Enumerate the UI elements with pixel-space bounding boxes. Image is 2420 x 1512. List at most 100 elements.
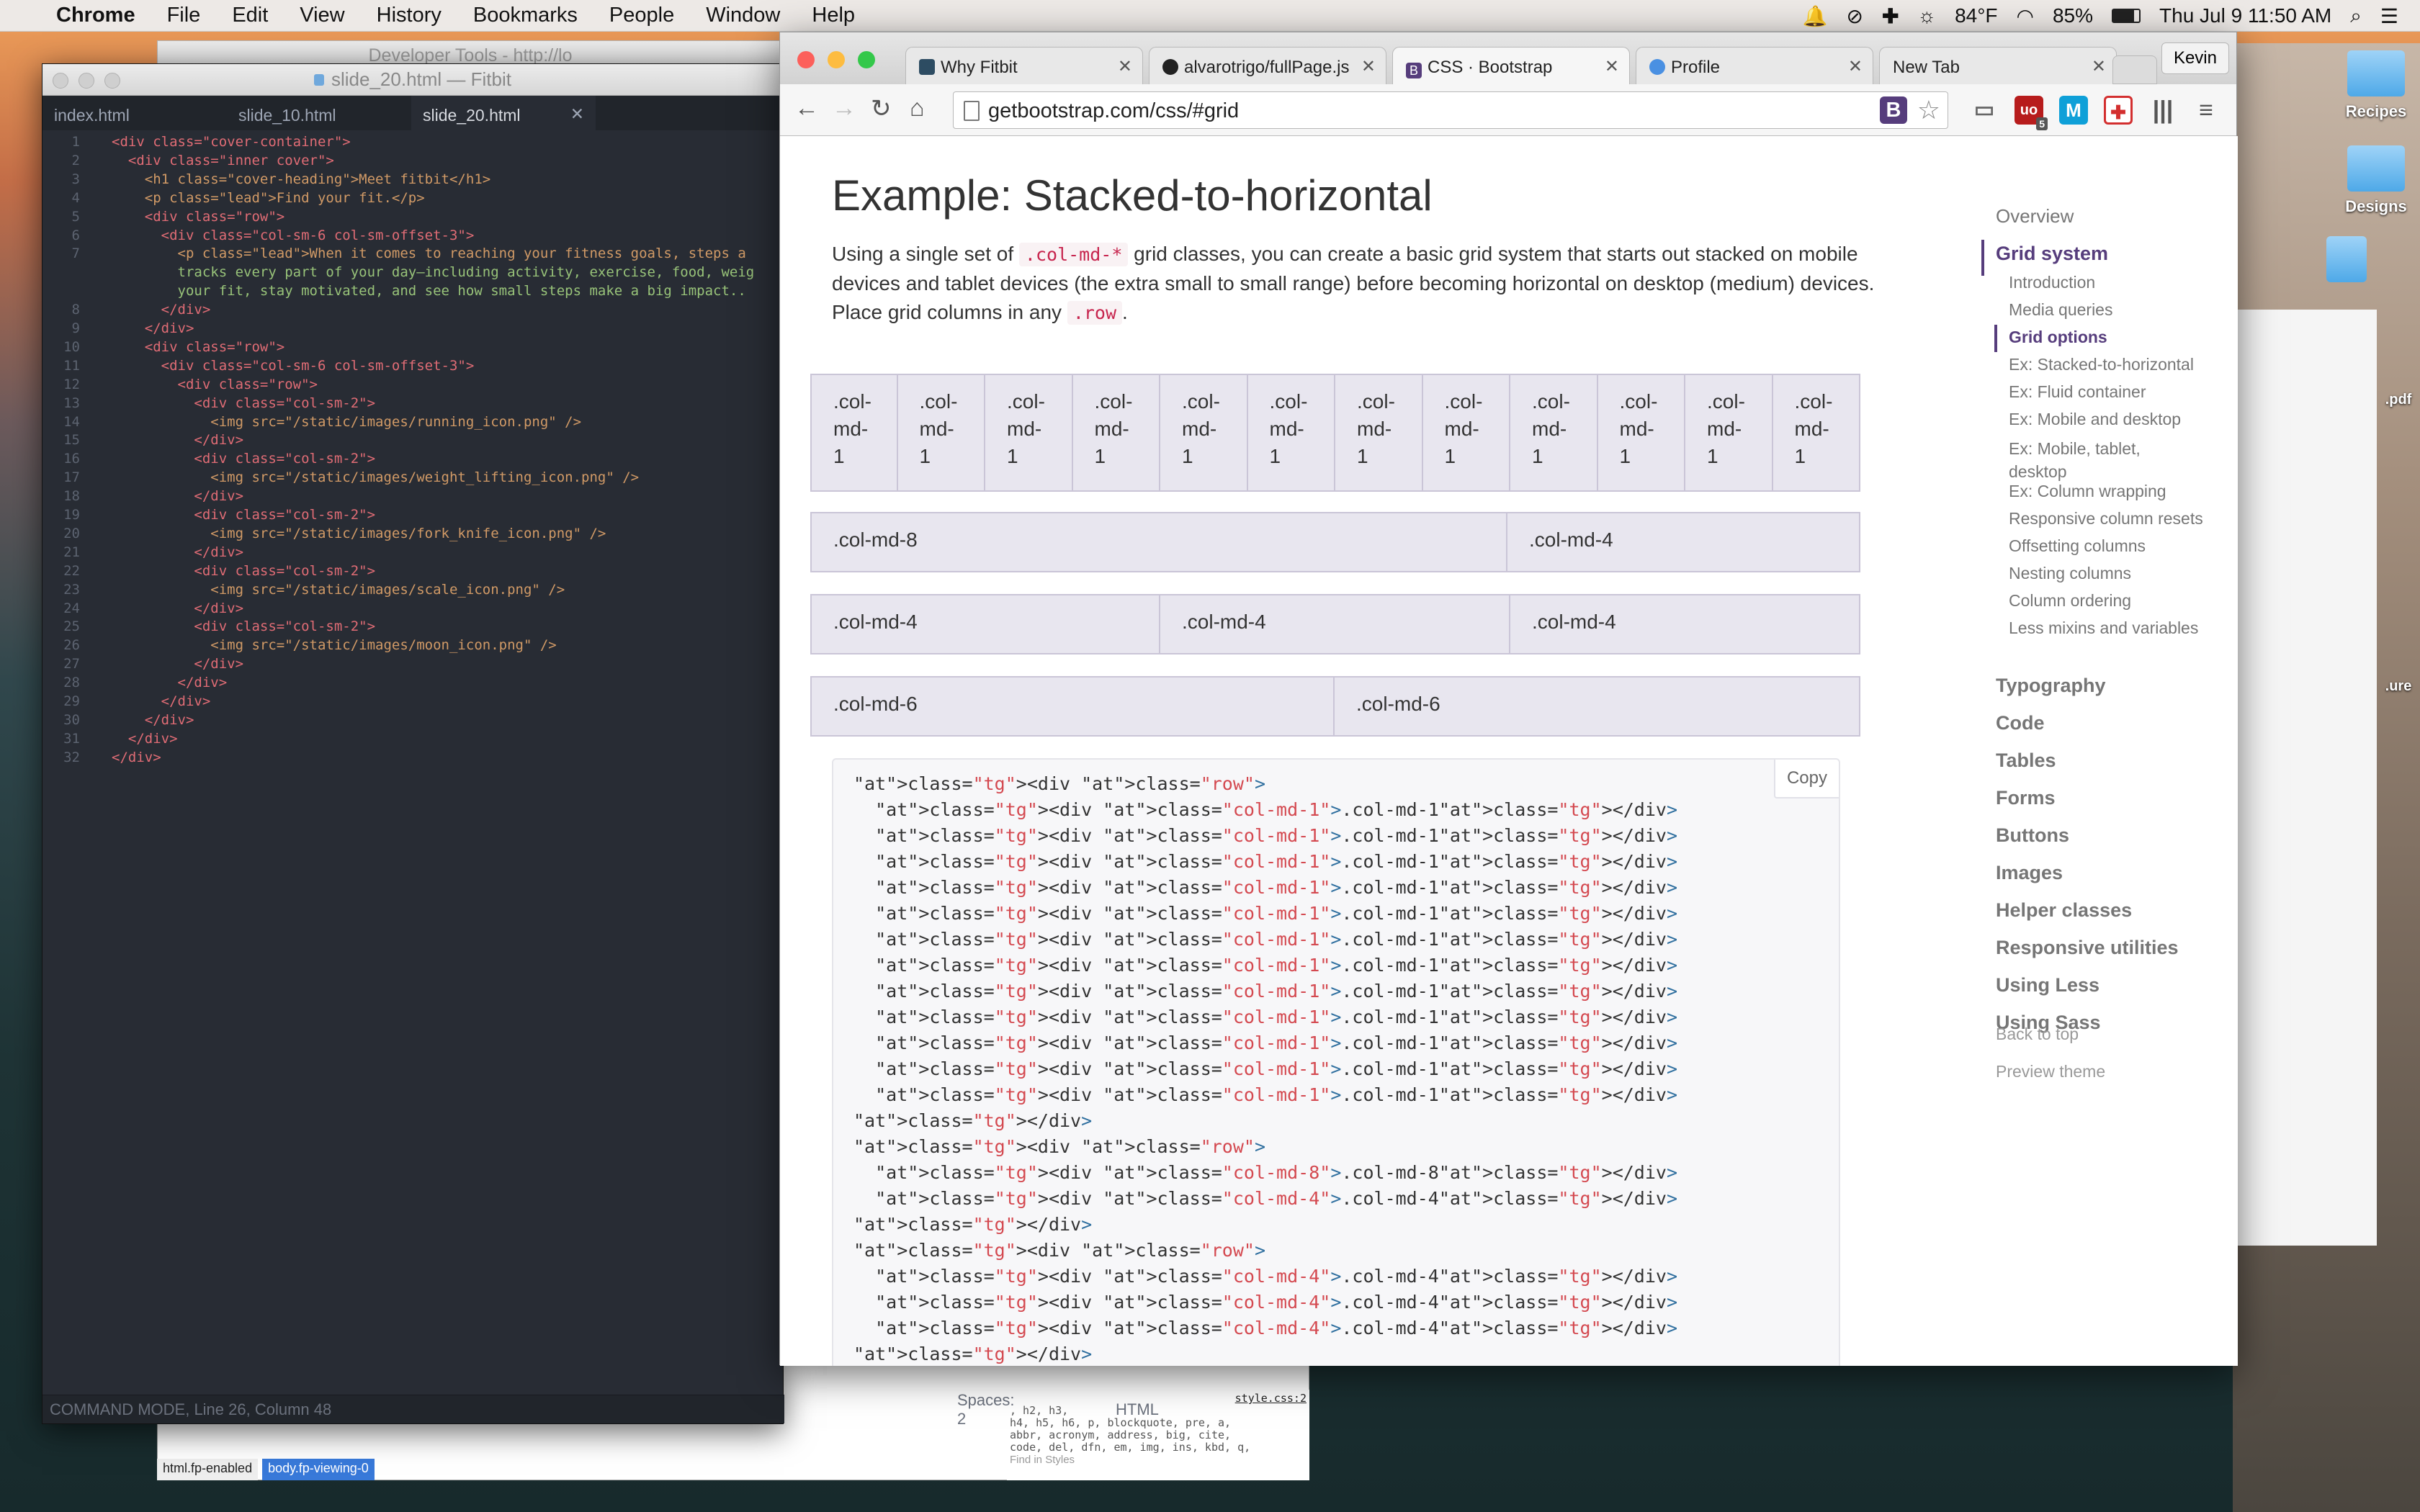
desktop-folder-recipes[interactable]: Recipes	[2322, 50, 2420, 121]
nav-section[interactable]: Buttons	[1996, 824, 2069, 847]
status-spaces[interactable]: Spaces: 2	[957, 1391, 1015, 1428]
menu-window[interactable]: Window	[706, 4, 780, 27]
cast-icon[interactable]: ▭	[1970, 96, 1999, 125]
tab-fullpage[interactable]: alvarotrigo/fullPage.js ✕	[1149, 47, 1386, 84]
code-example-line: "at">class="tg"><div "at">class="col-md-…	[875, 799, 1678, 820]
tab-why-fitbit[interactable]: Why Fitbit ✕	[905, 47, 1143, 84]
nav-grid-subitem[interactable]: Media queries	[2009, 300, 2112, 320]
nav-grid-subitem[interactable]: Less mixins and variables	[2009, 618, 2198, 638]
breadcrumb-body[interactable]: body.fp-viewing-0	[262, 1459, 375, 1480]
nav-section[interactable]: Helper classes	[1996, 899, 2132, 922]
tab-profile[interactable]: Profile ✕	[1636, 47, 1873, 84]
tab-new-tab[interactable]: New Tab ✕	[1879, 47, 2117, 84]
nav-section[interactable]: Tables	[1996, 750, 2056, 772]
nav-overview[interactable]: Overview	[1996, 205, 2074, 228]
nav-grid-subitem[interactable]: Column ordering	[2009, 591, 2131, 611]
close-tab-icon[interactable]: ✕	[1361, 56, 1376, 77]
reload-icon[interactable]: ↻	[871, 94, 892, 123]
breadcrumb-html[interactable]: html.fp-enabled	[157, 1459, 259, 1480]
close-tab-icon[interactable]: ✕	[570, 104, 584, 124]
minimize-button[interactable]	[79, 73, 94, 89]
nav-section[interactable]: Code	[1996, 712, 2045, 734]
nav-section[interactable]: Typography	[1996, 675, 2106, 697]
clock[interactable]: Thu Jul 9 11:50 AM	[2159, 4, 2331, 27]
battery-percent[interactable]: 85%	[2053, 4, 2093, 27]
desktop-file-pdf[interactable]: .pdf	[2377, 392, 2420, 408]
nav-grid-subitem[interactable]: Responsive column resets	[2009, 509, 2203, 528]
back-icon[interactable]: ←	[794, 94, 819, 122]
minimize-button[interactable]	[828, 51, 845, 68]
menu-edit[interactable]: Edit	[232, 4, 268, 27]
find-in-styles-input[interactable]: Find in Styles	[1010, 1454, 1307, 1466]
menu-help[interactable]: Help	[812, 4, 855, 27]
nav-grid-subitem[interactable]: Grid options	[2009, 328, 2107, 347]
menu-bookmarks[interactable]: Bookmarks	[473, 4, 578, 27]
editor-window[interactable]: slide_20.html — Fitbit index.html slide_…	[42, 63, 1159, 1428]
status-syntax[interactable]: HTML	[1116, 1400, 1159, 1419]
chrome-toolbar: ← → ↻ ⌂ getbootstrap.com/css/#grid B ☆ ▭…	[780, 84, 2236, 136]
nav-section[interactable]: Forms	[1996, 787, 2056, 809]
nav-section[interactable]: Using Less	[1996, 974, 2099, 996]
menu-people[interactable]: People	[609, 4, 674, 27]
ublock-icon[interactable]: uo 5	[2015, 96, 2048, 130]
code-editor[interactable]: 1 <div class="cover-container"> 2 <div cla…	[42, 130, 784, 1369]
nav-grid-subitem[interactable]: Nesting columns	[2009, 564, 2131, 583]
extension-m-icon[interactable]: M	[2059, 96, 2088, 125]
tab-css-bootstrap[interactable]: B CSS · Bootstrap ✕	[1392, 47, 1630, 84]
copy-button[interactable]: Copy	[1773, 760, 1839, 798]
desktop-folder-designs[interactable]: Designs	[2322, 145, 2420, 216]
editor-tab-index[interactable]: index.html	[42, 96, 227, 130]
nav-grid-subitem[interactable]: Ex: Mobile, tablet, desktop	[2009, 437, 2141, 483]
close-tab-icon[interactable]: ✕	[1118, 56, 1132, 77]
nav-section[interactable]: Images	[1996, 862, 2063, 884]
weather-temp[interactable]: 84°F	[1955, 4, 1997, 27]
weather-icon[interactable]: ☼	[1917, 4, 1936, 27]
nav-grid-system[interactable]: Grid system	[1996, 243, 2108, 265]
nav-grid-subitem[interactable]: Ex: Column wrapping	[2009, 482, 2166, 501]
menu-history[interactable]: History	[377, 4, 442, 27]
notification-bell-icon[interactable]: 🔔	[1803, 4, 1828, 28]
spotlight-search-icon[interactable]: ⌕	[2350, 4, 2362, 28]
app-menu[interactable]: Chrome	[56, 4, 135, 27]
plus-icon[interactable]: ✚	[1882, 4, 1899, 28]
nav-preview-theme[interactable]: Preview theme	[1996, 1062, 2105, 1081]
bookmark-star-icon[interactable]: ☆	[1917, 95, 1940, 125]
notification-center-icon[interactable]: ☰	[2380, 4, 2398, 28]
zoom-button[interactable]	[104, 73, 120, 89]
nav-back-to-top[interactable]: Back to top	[1996, 1025, 2079, 1044]
nav-section[interactable]: Responsive utilities	[1996, 937, 2179, 959]
code-example[interactable]: Copy "at">class="tg"><div "at">class="ro…	[832, 758, 1840, 1366]
editor-tab-slide20[interactable]: slide_20.html ✕	[411, 96, 596, 130]
nav-grid-subitem[interactable]: Ex: Fluid container	[2009, 382, 2146, 402]
address-bar[interactable]: getbootstrap.com/css/#grid B ☆	[953, 91, 1948, 129]
extension-columns-icon[interactable]: |||	[2148, 96, 2177, 125]
chrome-window[interactable]: Why Fitbit ✕ alvarotrigo/fullPage.js ✕ B CS…	[779, 32, 2238, 1366]
battery-icon[interactable]	[2112, 9, 2141, 23]
chrome-menu-icon[interactable]: ≡	[2192, 96, 2220, 125]
nav-grid-subitem[interactable]: Introduction	[2009, 273, 2095, 292]
desktop-file-ure[interactable]: .ure	[2377, 678, 2420, 695]
menu-view[interactable]: View	[300, 4, 344, 27]
new-tab-button[interactable]	[2112, 55, 2157, 84]
wifi-icon[interactable]: ◠	[2017, 4, 2034, 28]
sync-icon[interactable]: ⊘	[1846, 4, 1863, 28]
nav-grid-subitem[interactable]: Ex: Mobile and desktop	[2009, 410, 2181, 429]
close-button[interactable]	[53, 73, 68, 89]
profile-button[interactable]: Kevin	[2161, 42, 2229, 74]
background-window[interactable]	[2233, 310, 2377, 1246]
nav-grid-subitem[interactable]: Ex: Stacked-to-horizontal	[2009, 355, 2194, 374]
close-tab-icon[interactable]: ✕	[2092, 56, 2106, 77]
editor-tab-slide10[interactable]: slide_10.html	[227, 96, 411, 130]
bootstrap-extension-icon[interactable]: B	[1880, 96, 1907, 124]
desktop-folder[interactable]	[2325, 236, 2368, 288]
close-tab-icon[interactable]: ✕	[1605, 56, 1619, 77]
close-button[interactable]	[797, 51, 815, 68]
forward-icon[interactable]: →	[832, 94, 856, 122]
zoom-button[interactable]	[858, 51, 875, 68]
menu-file[interactable]: File	[167, 4, 201, 27]
extension-cross-icon[interactable]: ✚	[2104, 96, 2133, 125]
editor-title-bar[interactable]: slide_20.html — Fitbit	[42, 64, 783, 96]
nav-grid-subitem[interactable]: Offsetting columns	[2009, 536, 2146, 556]
close-tab-icon[interactable]: ✕	[1848, 56, 1863, 77]
home-icon[interactable]: ⌂	[910, 94, 925, 122]
